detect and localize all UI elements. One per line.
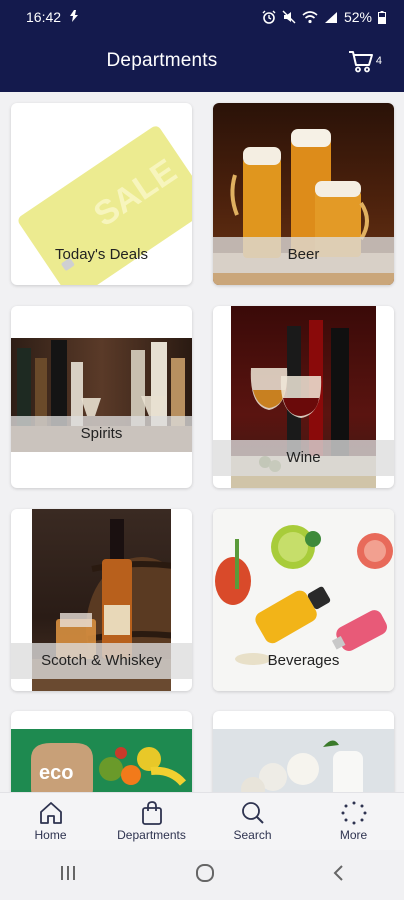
nav-label: Home xyxy=(34,828,67,842)
notification-icon xyxy=(69,9,79,25)
nav-label: Departments xyxy=(117,828,186,842)
department-label: Today's Deals xyxy=(55,246,148,263)
search-icon xyxy=(240,801,266,828)
groceries-image: eco xyxy=(11,729,192,792)
system-navigation-bar xyxy=(0,850,404,900)
more-dots-icon xyxy=(341,801,367,828)
cart-button[interactable]: 4 xyxy=(348,49,382,78)
department-card-spirits[interactable]: Spirits xyxy=(11,306,192,488)
nav-label: More xyxy=(339,828,368,842)
dairy-image xyxy=(213,729,394,792)
department-card-scotch-whiskey[interactable]: Scotch & Whiskey xyxy=(11,509,192,691)
department-label: Beer xyxy=(213,237,394,273)
nav-label: Search xyxy=(233,828,272,842)
nav-item-search[interactable]: Search xyxy=(202,793,303,850)
home-circle-icon[interactable] xyxy=(195,863,215,888)
back-icon[interactable] xyxy=(332,864,346,887)
bottom-navigation: Home Departments Search More xyxy=(0,792,404,850)
signal-icon xyxy=(324,11,338,24)
mute-icon xyxy=(282,10,296,24)
cart-icon xyxy=(348,49,374,78)
department-label: Beverages xyxy=(267,652,340,669)
home-icon xyxy=(38,801,64,828)
department-card-beverages[interactable]: Beverages xyxy=(213,509,394,691)
department-card-wine[interactable]: Wine xyxy=(213,306,394,488)
department-label: Scotch & Whiskey xyxy=(11,643,192,679)
wifi-icon xyxy=(302,10,318,24)
department-label: Wine xyxy=(213,440,394,476)
nav-item-departments[interactable]: Departments xyxy=(101,793,202,850)
nav-item-home[interactable]: Home xyxy=(0,793,101,850)
battery-icon xyxy=(378,10,386,24)
page-title: Departments xyxy=(106,50,218,71)
departments-grid: SALE Today's Deals Beer Spirits Wine Sco… xyxy=(0,92,404,792)
app-header: Departments 4 xyxy=(0,34,404,92)
alarm-icon xyxy=(262,10,276,24)
status-bar: 16:42 52% xyxy=(0,0,404,34)
nav-item-more[interactable]: More xyxy=(303,793,404,850)
department-label: Spirits xyxy=(11,416,192,452)
shopping-bag-icon xyxy=(139,801,165,828)
department-card-beer[interactable]: Beer xyxy=(213,103,394,285)
recent-apps-icon[interactable] xyxy=(58,864,78,887)
department-card-todays-deals[interactable]: SALE Today's Deals xyxy=(11,103,192,285)
battery-level: 52% xyxy=(343,9,372,25)
department-card-dairy[interactable] xyxy=(213,711,394,792)
eco-badge: eco xyxy=(39,762,73,784)
department-card-groceries[interactable]: eco xyxy=(11,711,192,792)
status-time: 16:42 xyxy=(26,9,62,25)
cart-count-badge: 4 xyxy=(375,55,382,67)
